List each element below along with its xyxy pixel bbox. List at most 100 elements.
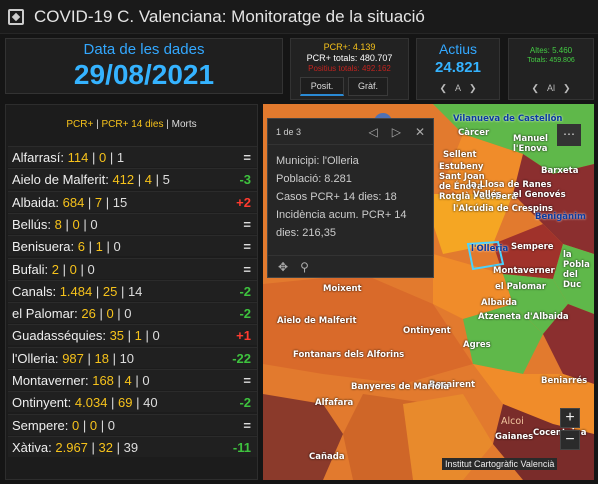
deaths-count: 0 — [124, 306, 132, 322]
municipality-name: Montaverner: — [12, 373, 89, 388]
municipality-name: l'Olleria: — [12, 350, 59, 366]
close-icon[interactable]: ✕ — [415, 125, 425, 139]
pcr-count: 4.034 — [74, 395, 108, 411]
pcr-count: 412 — [112, 172, 135, 188]
more-icon[interactable]: ⋯ — [557, 124, 581, 146]
list-item[interactable]: Bellús: 8 | 0 | 0 = — [8, 212, 257, 234]
zoom-in-button[interactable]: + — [560, 408, 580, 428]
deaths-count: 14 — [127, 283, 143, 299]
popup-header: 1 de 3 ◁ ▷ ✕ — [268, 119, 433, 145]
date-value: 29/08/2021 — [73, 59, 215, 90]
trend-value: = — [243, 373, 251, 388]
tab-grafic[interactable]: Gràf. — [348, 77, 388, 96]
municipality-list-panel[interactable]: PCR+ | PCR+ 14 dies | Morts Alfarrasí: 1… — [5, 104, 258, 480]
zoom-out-button[interactable]: − — [560, 430, 580, 450]
deaths-count: 10 — [119, 350, 135, 366]
chevron-left-icon[interactable]: ❮ — [531, 83, 539, 94]
pcr14-count: 25 — [102, 283, 118, 299]
chevron-left-icon[interactable]: ❮ — [439, 83, 447, 94]
list-legend: PCR+ | PCR+ 14 dies | Morts — [66, 119, 197, 130]
pcr14-count: 0 — [106, 306, 114, 322]
pcr14-count: 1 — [95, 239, 103, 255]
list-item[interactable]: l'Olleria: 987 | 18 | 10 -22 — [8, 346, 257, 368]
pcr-count: 1.484 — [59, 283, 93, 299]
municipality-name: Alfarrasí: — [12, 150, 65, 165]
map-label: Ontinyent — [403, 326, 451, 336]
map-label: Montaverner — [493, 266, 555, 276]
trend-value: -11 — [232, 439, 251, 455]
trend-value: -2 — [239, 283, 251, 299]
map-label: l'Enova — [513, 144, 548, 154]
popup-line: Incidència acum. PCR+ 14 — [276, 209, 407, 221]
tab-positius[interactable]: Posit. — [300, 77, 344, 96]
altes-panel: Altes: 5.460 Totals: 459.806 ❮ Al ❯ — [508, 38, 594, 100]
map-label: Cañada — [309, 452, 345, 462]
trend-value: -3 — [239, 172, 251, 188]
pcr14-count: 32 — [98, 439, 113, 455]
list-item[interactable]: Ontinyent: 4.034 | 69 | 40 -2 — [8, 391, 257, 413]
map-label: la Llosa de Ranes — [468, 180, 552, 190]
municipality-name: Benisuera: — [12, 239, 75, 255]
pcr-count: 168 — [92, 373, 114, 388]
list-item[interactable]: Albaida: 684 | 7 | 15 +2 — [8, 190, 257, 212]
list-item[interactable]: Xàtiva: 2.967 | 32 | 39 -11 — [8, 435, 257, 457]
map-label: Barxeta — [541, 166, 579, 176]
actius-pager: ❮ A ❯ — [417, 83, 499, 94]
map-label: Manuel — [513, 134, 548, 144]
pcr-count: 26 — [81, 306, 96, 322]
list-item[interactable]: Sempere: 0 | 0 | 0 = — [8, 413, 257, 435]
municipality-name: Aielo de Malferit: — [12, 172, 109, 188]
municipality-name: Guadasséquies: — [12, 328, 106, 344]
magnify-icon[interactable]: ⚲ — [300, 260, 309, 274]
list-item[interactable]: Alfarrasí: 114 | 0 | 1 = — [8, 146, 257, 167]
deaths-count: 15 — [112, 194, 128, 210]
pan-icon[interactable]: ✥ — [278, 260, 288, 274]
deaths-count: 0 — [107, 417, 115, 433]
map-label: el Palomar — [495, 282, 546, 292]
municipality-name: Canals: — [12, 283, 57, 299]
actius-panel: Actius 24.821 ❮ A ❯ — [416, 38, 500, 100]
municipality-name: Ontinyent: — [12, 395, 72, 411]
actius-label: Actius — [438, 41, 478, 57]
altes-pager: ❮ Al ❯ — [509, 83, 593, 94]
list-item[interactable]: Aielo de Malferit: 412 | 4 | 5 -3 — [8, 168, 257, 190]
map-label: Beniarrés — [541, 376, 588, 386]
deaths-count: 0 — [142, 373, 150, 388]
deaths-count: 0 — [113, 239, 121, 255]
app-title: COVID-19 C. Valenciana: Monitoratge de l… — [34, 6, 425, 26]
chevron-left-icon[interactable]: ◁ — [368, 125, 377, 139]
list-item[interactable]: el Palomar: 26 | 0 | 0 -2 — [8, 302, 257, 324]
date-label: Data de les dades — [83, 41, 205, 58]
deaths-count: 40 — [143, 395, 158, 411]
deaths-count: 39 — [123, 439, 139, 455]
chevron-right-icon[interactable]: ❯ — [469, 83, 477, 94]
map-label: Fontanars dels Alforins — [293, 350, 405, 360]
trend-value: = — [243, 239, 251, 255]
map-label: el Genovés — [513, 190, 566, 200]
list-item[interactable]: Montaverner: 168 | 4 | 0 = — [8, 369, 257, 390]
map-label: Vallés — [473, 190, 502, 200]
municipality-name: Xàtiva: — [12, 439, 52, 455]
map-attribution: Institut Cartogràfic Valencià — [442, 458, 558, 470]
list-item[interactable]: Canals: 1.484 | 25 | 14 -2 — [8, 279, 257, 301]
municipality-name: Albaida: — [12, 194, 59, 210]
deaths-count: 1 — [116, 150, 125, 165]
trend-value: = — [243, 216, 251, 232]
trend-value: = — [243, 261, 251, 277]
map-label: Càrcer — [458, 128, 490, 138]
pcr-today: PCR+: 4.139 — [323, 42, 376, 52]
list-item[interactable]: Bufali: 2 | 0 | 0 = — [8, 257, 257, 279]
feature-popup[interactable]: 1 de 3 ◁ ▷ ✕ Municipi: l'Olleria Poblaci… — [267, 118, 434, 278]
map-label: Vilanueva de Castellón — [453, 114, 563, 124]
map-label: Sellent — [443, 150, 477, 160]
chevron-right-icon[interactable]: ❯ — [563, 83, 571, 94]
map-label: Aielo de Malferit — [277, 316, 357, 326]
pcr14-count: 1 — [134, 328, 142, 344]
popup-line: Municipi: l'Olleria — [276, 155, 359, 167]
list-item[interactable]: Benisuera: 6 | 1 | 0 = — [8, 235, 257, 257]
pcr14-count: 4 — [124, 373, 132, 388]
list-item[interactable]: Guadasséquies: 35 | 1 | 0 +1 — [8, 324, 257, 346]
chevron-right-icon[interactable]: ▷ — [392, 125, 401, 139]
map-label: Banyeres de Mariola — [351, 382, 450, 392]
legend-morts: Morts — [171, 119, 197, 130]
